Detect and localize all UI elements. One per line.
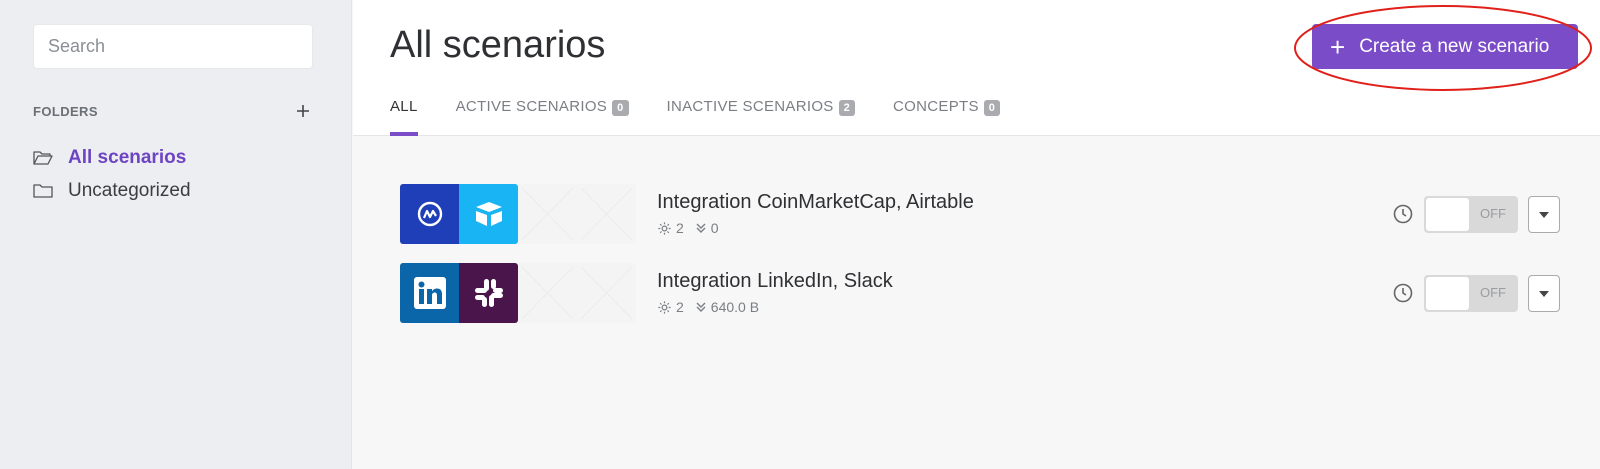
sidebar: FOLDERS All scenarios Uncategorized <box>0 0 352 469</box>
tab-active-scenarios[interactable]: ACTIVE SCENARIOS 0 <box>456 98 629 136</box>
scenario-toggle[interactable]: OFF <box>1424 196 1518 233</box>
data-transfer: 0 <box>710 220 719 236</box>
empty-app-slot <box>577 263 636 323</box>
scenario-name[interactable]: Integration LinkedIn, Slack <box>657 270 893 293</box>
airtable-icon <box>459 184 518 244</box>
tab-label: INACTIVE SCENARIOS <box>666 98 834 115</box>
plus-icon: + <box>1330 31 1346 62</box>
folder-open-icon <box>33 150 53 166</box>
scenario-name[interactable]: Integration CoinMarketCap, Airtable <box>657 191 974 214</box>
tab-label: ACTIVE SCENARIOS <box>455 98 608 115</box>
empty-app-slot <box>518 263 577 323</box>
count-badge: 0 <box>983 100 1001 116</box>
toggle-state: OFF <box>1480 206 1506 221</box>
empty-app-slot <box>518 184 577 244</box>
create-scenario-button[interactable]: + Create a new scenario <box>1312 24 1578 69</box>
gear-icon <box>658 300 671 314</box>
coinmarketcap-icon <box>400 184 459 244</box>
slack-icon <box>459 263 518 323</box>
tab-label: ALL <box>390 98 418 115</box>
module-count: 2 <box>676 299 684 315</box>
tab-bar: ALL ACTIVE SCENARIOS 0 INACTIVE SCENARIO… <box>390 98 1038 136</box>
page-title: All scenarios <box>390 24 606 66</box>
module-count: 2 <box>676 220 684 236</box>
header: All scenarios + Create a new scenario AL… <box>353 0 1600 136</box>
folders-header: FOLDERS <box>33 101 313 121</box>
create-scenario-label: Create a new scenario <box>1359 35 1550 57</box>
scenario-meta: 2 0 <box>657 220 723 236</box>
tab-concepts[interactable]: CONCEPTS 0 <box>893 98 1001 136</box>
count-badge: 2 <box>838 100 856 116</box>
folder-item-all-scenarios[interactable]: All scenarios <box>33 145 186 171</box>
folders-title: FOLDERS <box>33 103 98 119</box>
tab-all[interactable]: ALL <box>390 98 418 136</box>
empty-app-slot <box>577 184 636 244</box>
tab-label: CONCEPTS <box>893 98 979 115</box>
scenario-row[interactable]: Integration LinkedIn, Slack 2 640.0 B OF… <box>400 263 1560 323</box>
count-badge: 0 <box>612 100 629 116</box>
chevrons-down-icon <box>696 302 706 312</box>
folder-item-uncategorized[interactable]: Uncategorized <box>33 178 191 204</box>
toggle-knob <box>1426 198 1469 231</box>
plus-icon <box>297 105 309 117</box>
search-input[interactable] <box>33 24 313 69</box>
scenario-apps <box>400 263 636 323</box>
clock-icon[interactable] <box>1392 282 1414 304</box>
chevrons-down-icon <box>696 223 706 233</box>
gear-icon <box>658 221 671 235</box>
folder-icon <box>33 183 53 199</box>
caret-down-icon <box>1539 290 1549 297</box>
data-transfer: 640.0 B <box>710 299 760 315</box>
toggle-knob <box>1426 277 1469 310</box>
add-folder-button[interactable] <box>293 101 313 121</box>
toggle-state: OFF <box>1480 285 1506 300</box>
clock-icon[interactable] <box>1392 203 1414 225</box>
caret-down-icon <box>1539 211 1549 218</box>
scenario-dropdown-button[interactable] <box>1528 196 1560 233</box>
scenario-row[interactable]: Integration CoinMarketCap, Airtable 2 0 … <box>400 184 1560 244</box>
scenario-dropdown-button[interactable] <box>1528 275 1560 312</box>
scenario-toggle[interactable]: OFF <box>1424 275 1518 312</box>
scenario-apps <box>400 184 636 244</box>
scenario-meta: 2 640.0 B <box>657 299 763 315</box>
folder-label: All scenarios <box>68 147 187 168</box>
folder-label: Uncategorized <box>68 180 191 201</box>
tab-inactive-scenarios[interactable]: INACTIVE SCENARIOS 2 <box>667 98 856 136</box>
linkedin-icon <box>400 263 459 323</box>
